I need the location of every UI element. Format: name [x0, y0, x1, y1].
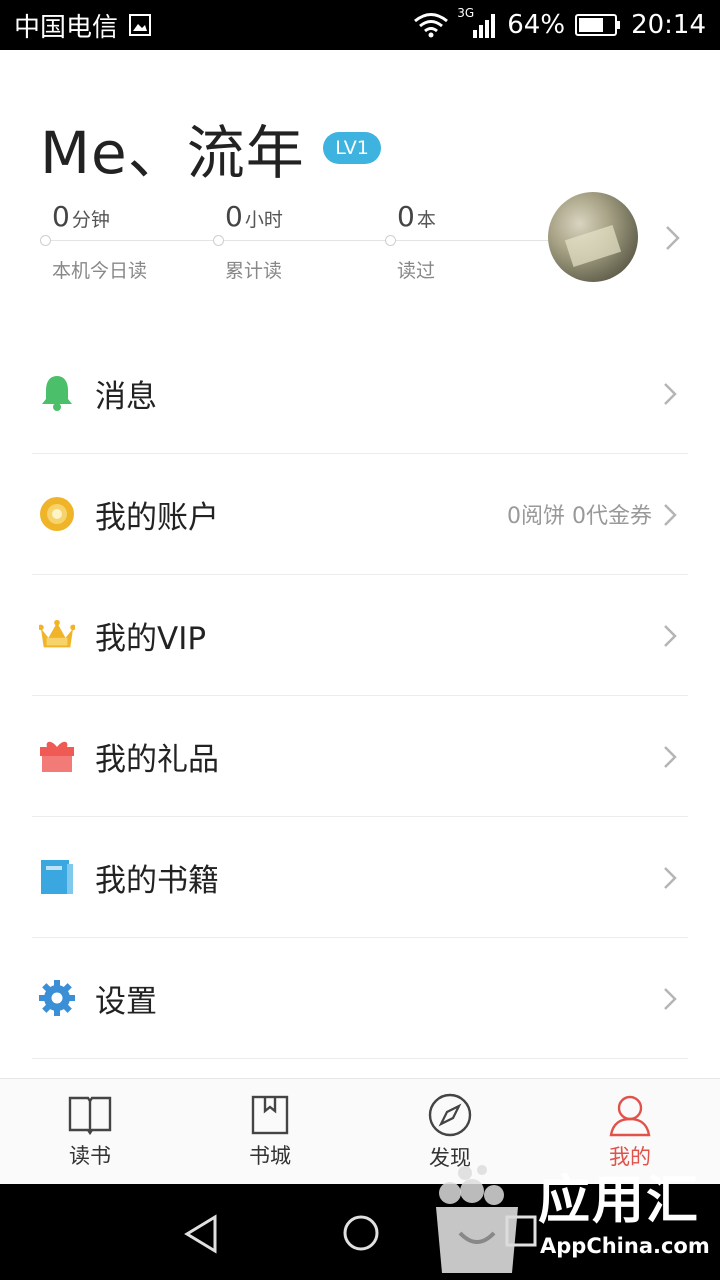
menu-item-account[interactable]: 我的账户 0阅饼 0代金券 — [32, 454, 688, 575]
book-icon — [39, 859, 75, 895]
avatar[interactable] — [548, 192, 638, 282]
menu-label: 我的账户 — [95, 499, 219, 536]
stats-timeline — [45, 240, 585, 241]
menu-label: 消息 — [95, 378, 157, 415]
account-balance: 0阅饼 0代金券 — [507, 504, 652, 529]
menu-item-settings[interactable]: 设置 — [32, 938, 688, 1059]
stat-label: 本机今日读 — [52, 260, 148, 282]
timeline-dot — [40, 235, 51, 246]
tab-mine[interactable]: 我的 — [540, 1079, 720, 1185]
menu-label: 我的书籍 — [95, 862, 219, 899]
stat-value: 0 — [397, 200, 415, 233]
home-icon[interactable] — [342, 1214, 380, 1252]
compass-icon — [428, 1093, 472, 1137]
status-bar: 中国电信 3G 64% 20:14 — [0, 0, 720, 50]
menu-label: 我的礼品 — [95, 741, 219, 778]
bottom-nav: 读书 书城 发现 我的 — [0, 1078, 720, 1185]
bookmark-book-icon — [251, 1095, 289, 1135]
stat-value: 0 — [52, 200, 70, 233]
stat-unit: 分钟 — [71, 209, 110, 231]
person-icon — [609, 1095, 651, 1137]
stat-unit: 小时 — [244, 209, 283, 231]
nav-label: 我的 — [609, 1145, 651, 1169]
timeline-dot — [385, 235, 396, 246]
recents-icon[interactable] — [504, 1214, 538, 1248]
open-book-icon — [68, 1096, 112, 1136]
tab-bookstore[interactable]: 书城 — [180, 1079, 360, 1185]
chevron-right-icon — [664, 383, 677, 405]
stat-label: 读过 — [397, 260, 436, 282]
back-icon[interactable] — [183, 1214, 219, 1254]
menu-label: 设置 — [95, 983, 157, 1020]
stat-value: 0 — [225, 200, 243, 233]
username: Me、流年 — [40, 119, 305, 187]
stat-unit: 本 — [416, 209, 436, 231]
menu-item-messages[interactable]: 消息 — [32, 333, 688, 454]
system-nav-bar — [0, 1184, 720, 1280]
gear-icon — [39, 980, 75, 1016]
carrier-name: 中国电信 — [14, 12, 119, 43]
bell-icon — [39, 375, 75, 411]
menu-item-books[interactable]: 我的书籍 — [32, 817, 688, 938]
chevron-right-icon — [664, 625, 677, 647]
gift-icon — [39, 738, 75, 774]
crown-icon — [39, 617, 75, 653]
chevron-right-icon — [664, 746, 677, 768]
nav-label: 书城 — [249, 1144, 291, 1168]
chevron-right-icon — [664, 867, 677, 889]
chevron-right-icon — [664, 988, 677, 1010]
profile-header[interactable]: Me、流年 LV1 0 分钟 本机今日读 0 小时 累计读 0本 读过 — [0, 50, 720, 350]
wifi-icon — [414, 13, 449, 38]
level-badge: LV1 — [323, 132, 381, 164]
stat-today: 0 分钟 — [52, 200, 110, 233]
stat-books: 0本 — [397, 200, 436, 233]
menu-label: 我的VIP — [95, 620, 207, 657]
battery-percent: 64% — [507, 10, 566, 40]
nav-label: 读书 — [69, 1144, 111, 1168]
timeline-dot — [213, 235, 224, 246]
coin-icon — [39, 496, 75, 532]
menu-list: 消息 我的账户 0阅饼 0代金券 我的VIP 我的礼品 我的书籍 设置 — [0, 333, 720, 1059]
menu-item-gifts[interactable]: 我的礼品 — [32, 696, 688, 817]
tab-reading[interactable]: 读书 — [0, 1079, 180, 1185]
clock: 20:14 — [631, 10, 706, 40]
tab-discover[interactable]: 发现 — [360, 1079, 540, 1185]
chevron-right-icon — [664, 504, 677, 526]
signal-icon: 3G — [457, 6, 497, 40]
chevron-right-icon[interactable] — [664, 224, 682, 252]
stat-total: 0 小时 — [225, 200, 283, 233]
nav-label: 发现 — [429, 1146, 471, 1170]
battery-icon — [575, 14, 621, 36]
reading-stats: 0 分钟 本机今日读 0 小时 累计读 0本 读过 — [40, 200, 585, 300]
image-notification-icon — [129, 14, 152, 36]
stat-label: 累计读 — [225, 260, 283, 282]
menu-item-vip[interactable]: 我的VIP — [32, 575, 688, 696]
